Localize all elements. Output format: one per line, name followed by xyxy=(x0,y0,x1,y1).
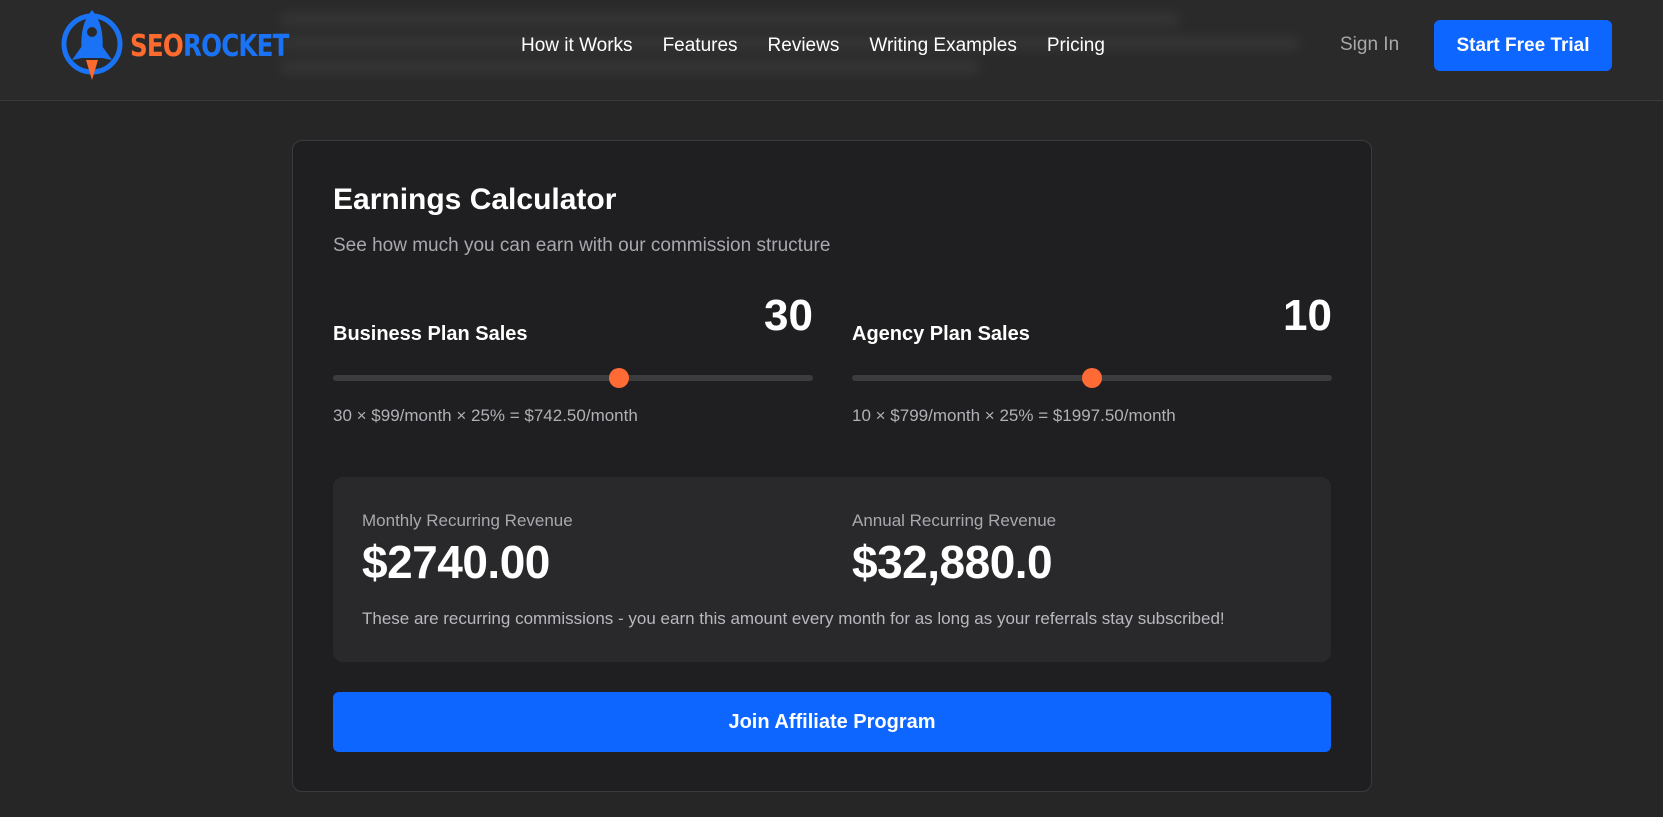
agency-plan-slider-group: Agency Plan Sales 10 10 × $799/month × 2… xyxy=(852,291,1332,431)
nav-reviews[interactable]: Reviews xyxy=(768,35,840,57)
main-nav: How it Works Features Reviews Writing Ex… xyxy=(521,0,1135,92)
annual-revenue-value: $32,880.0 xyxy=(852,536,1053,588)
business-plan-formula: 30 × $99/month × 25% = $742.50/month xyxy=(333,406,638,425)
recurring-commission-note: These are recurring commissions - you ea… xyxy=(362,609,1225,628)
agency-plan-slider[interactable] xyxy=(852,368,1332,388)
earnings-calculator-card: Earnings Calculator See how much you can… xyxy=(292,140,1372,792)
business-plan-slider-group: Business Plan Sales 30 30 × $99/month × … xyxy=(333,291,813,431)
join-affiliate-program-button[interactable]: Join Affiliate Program xyxy=(333,692,1331,752)
agency-plan-label: Agency Plan Sales xyxy=(852,323,1030,345)
logo-wordmark: SEOROCKET xyxy=(130,28,289,64)
business-plan-label: Business Plan Sales xyxy=(333,323,528,345)
calculator-subtitle: See how much you can earn with our commi… xyxy=(333,235,831,256)
nav-how-it-works[interactable]: How it Works xyxy=(521,35,633,57)
site-header: SEOROCKET How it Works Features Reviews … xyxy=(0,0,1663,101)
monthly-revenue-value: $2740.00 xyxy=(362,536,550,588)
nav-pricing[interactable]: Pricing xyxy=(1047,35,1105,57)
calculator-title: Earnings Calculator xyxy=(333,183,617,216)
business-plan-slider[interactable] xyxy=(333,368,813,388)
sign-in-link[interactable]: Sign In xyxy=(1340,34,1399,56)
annual-revenue-label: Annual Recurring Revenue xyxy=(852,511,1057,530)
nav-writing-examples[interactable]: Writing Examples xyxy=(869,35,1016,57)
agency-plan-value: 10 xyxy=(1283,291,1332,340)
nav-features[interactable]: Features xyxy=(663,35,738,57)
business-plan-value: 30 xyxy=(764,291,813,340)
agency-plan-slider-thumb[interactable] xyxy=(1082,368,1102,388)
business-plan-slider-thumb[interactable] xyxy=(608,368,629,388)
seorocket-logo[interactable]: SEOROCKET xyxy=(58,6,323,86)
start-free-trial-button[interactable]: Start Free Trial xyxy=(1434,20,1612,71)
agency-plan-formula: 10 × $799/month × 25% = $1997.50/month xyxy=(852,406,1176,425)
monthly-revenue-label: Monthly Recurring Revenue xyxy=(362,511,573,530)
rocket-icon xyxy=(61,10,123,80)
revenue-summary-panel: Monthly Recurring Revenue $2740.00 Annua… xyxy=(333,477,1331,662)
